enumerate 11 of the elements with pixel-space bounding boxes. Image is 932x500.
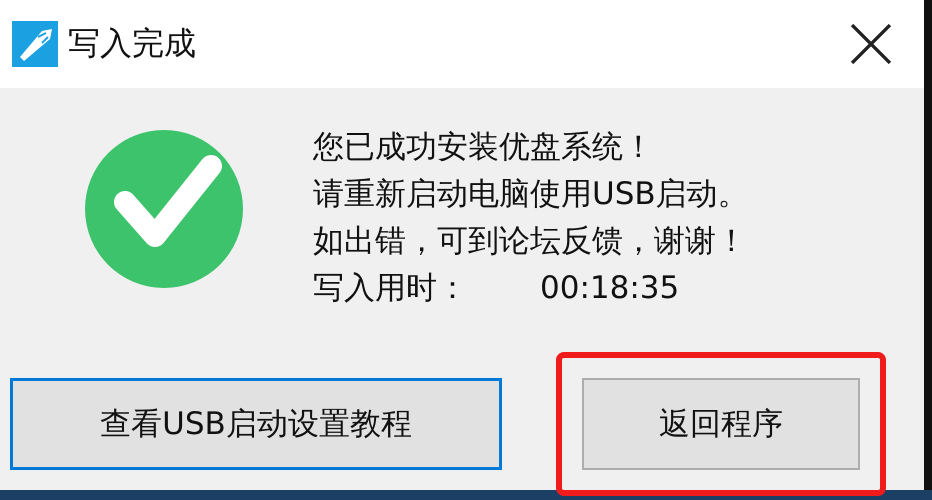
success-check-icon: [85, 130, 243, 288]
elapsed-time-value: 00:18:35: [540, 269, 680, 308]
return-button[interactable]: 返回程序: [582, 378, 860, 470]
app-logo-icon: [12, 21, 58, 67]
message-text: 请重新启动电脑使用USB启动。: [313, 175, 749, 214]
close-icon: [848, 21, 894, 67]
window-title: 写入完成: [68, 23, 196, 64]
elapsed-time-label: 写入用时：: [313, 269, 468, 308]
message-text: 您已成功安装优盘系统！: [313, 128, 655, 167]
tutorial-button[interactable]: 查看USB启动设置教程: [10, 378, 502, 470]
message-text: 如出错，可到论坛反馈，谢谢！: [313, 222, 748, 261]
